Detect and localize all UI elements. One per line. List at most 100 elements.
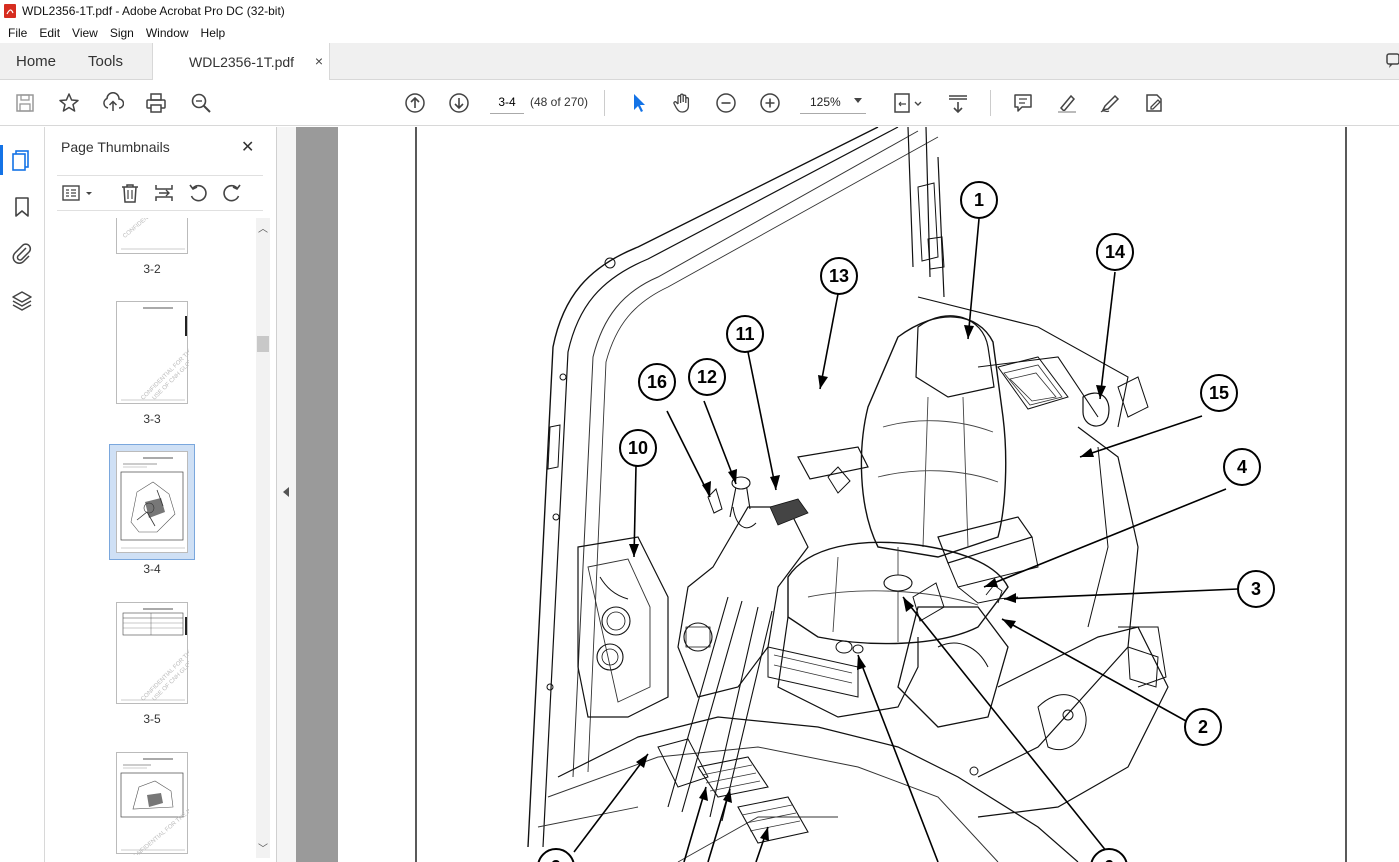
navigation-rail (0, 127, 45, 862)
zoom-search-icon[interactable] (188, 90, 214, 116)
panel-title: Page Thumbnails (61, 139, 170, 155)
svg-text:15: 15 (1209, 383, 1229, 403)
chevron-down-icon (854, 98, 862, 103)
callout-4: 4 (1223, 448, 1261, 486)
callout-16: 16 (638, 363, 676, 401)
zoom-out-icon[interactable] (713, 90, 739, 116)
bookmark-icon[interactable] (10, 195, 34, 219)
attachment-icon[interactable] (10, 241, 34, 265)
layers-icon[interactable] (10, 289, 34, 313)
title-bar: WDL2356-1T.pdf - Adobe Acrobat Pro DC (3… (0, 0, 1399, 22)
svg-text:16: 16 (647, 372, 667, 392)
menu-window[interactable]: Window (140, 26, 195, 40)
svg-text:14: 14 (1105, 242, 1125, 262)
sign-pen-icon[interactable] (1097, 90, 1123, 116)
collapse-arrow-icon (283, 487, 289, 497)
tab-bar: Home Tools WDL2356-1T.pdf × (0, 43, 1399, 81)
menu-bar: File Edit View Sign Window Help (0, 22, 1399, 43)
toolbar-divider (990, 90, 991, 116)
callout-6: 6 (1090, 848, 1128, 862)
arrow-down-circle-icon[interactable] (446, 90, 472, 116)
thumbnail-page-current[interactable] (116, 451, 188, 553)
star-icon[interactable] (56, 90, 82, 116)
close-tab-icon[interactable]: × (315, 53, 323, 69)
active-indicator (0, 145, 3, 175)
zoom-select[interactable]: 125% (800, 90, 866, 114)
zoom-value: 125% (810, 94, 841, 109)
tab-document[interactable]: WDL2356-1T.pdf × (152, 43, 330, 81)
thumbnail-page[interactable]: CONFIDENTIAL FOR THE INTERNALUSE OF CNH … (116, 602, 218, 704)
thumbnail-label: 3-3 (143, 412, 161, 426)
tab-document-label: WDL2356-1T.pdf (189, 54, 295, 70)
menu-file[interactable]: File (2, 26, 33, 40)
callout-9: 9 (537, 848, 575, 862)
page-count: (48 of 270) (530, 95, 589, 109)
svg-text:2: 2 (1198, 717, 1208, 737)
edit-pdf-icon[interactable] (1141, 90, 1167, 116)
page-fit-icon[interactable] (890, 90, 926, 116)
cab-diagram: 1 14 13 11 12 16 10 15 4 3 2 6 9 (415, 127, 1347, 862)
menu-help[interactable]: Help (195, 26, 232, 40)
scrollbar-thumb[interactable] (257, 336, 269, 352)
menu-sign[interactable]: Sign (104, 26, 140, 40)
trash-icon[interactable] (119, 182, 143, 206)
window-title: WDL2356-1T.pdf - Adobe Acrobat Pro DC (3… (22, 4, 285, 18)
arrow-up-circle-icon[interactable] (402, 90, 428, 116)
comment-icon[interactable] (1010, 90, 1036, 116)
print-icon[interactable] (143, 90, 169, 116)
cursor-icon[interactable] (626, 90, 652, 116)
svg-text:13: 13 (829, 266, 849, 286)
svg-text:9: 9 (551, 857, 561, 862)
svg-text:4: 4 (1237, 457, 1247, 477)
document-view[interactable]: 1 14 13 11 12 16 10 15 4 3 2 6 9 (296, 127, 1399, 862)
scroll-up-icon[interactable]: ︿ (258, 220, 268, 235)
comment-panel-icon[interactable] (1385, 52, 1399, 70)
hand-icon[interactable] (669, 90, 695, 116)
scroll-down-icon[interactable]: ﹀ (258, 840, 268, 855)
thumbnail-page[interactable]: CONFIDENTIAL FOR THE INTERNALUSE OF CNH … (116, 301, 218, 404)
svg-text:1: 1 (974, 190, 984, 210)
thumbnail-page[interactable]: CONFIDENTIAL (116, 207, 188, 254)
thumbnail-page[interactable]: CONFIDENTIAL FOR THE INTERNAL (116, 752, 213, 862)
callout-2: 2 (1184, 708, 1222, 746)
menu-edit[interactable]: Edit (33, 26, 66, 40)
options-menu-icon[interactable] (61, 182, 97, 206)
svg-text:11: 11 (735, 324, 754, 344)
svg-text:CONFIDENTIAL: CONFIDENTIAL (122, 218, 160, 240)
callout-1: 1 (960, 181, 998, 219)
zoom-in-icon[interactable] (757, 90, 783, 116)
tab-tools[interactable]: Tools (88, 43, 123, 80)
callout-13: 13 (820, 257, 858, 295)
callout-15: 15 (1200, 374, 1238, 412)
pdf-page: 1 14 13 11 12 16 10 15 4 3 2 6 9 (338, 127, 1399, 862)
page-thumbnails-icon[interactable] (10, 148, 34, 172)
acrobat-icon (4, 4, 16, 18)
callout-12: 12 (688, 358, 726, 396)
thumbnail-label: 3-4 (143, 562, 161, 576)
highlight-icon[interactable] (1054, 90, 1080, 116)
insert-page-icon[interactable] (153, 182, 177, 206)
thumbnail-label: 3-2 (143, 262, 161, 276)
svg-text:12: 12 (697, 367, 717, 387)
panel-toolbar (57, 175, 263, 211)
thumbnail-label: 3-5 (143, 712, 161, 726)
svg-text:10: 10 (628, 438, 648, 458)
callout-14: 14 (1096, 233, 1134, 271)
callout-11: 11 (726, 315, 764, 353)
rotate-left-icon[interactable] (187, 182, 211, 206)
callout-3: 3 (1237, 570, 1275, 608)
scroll-mode-icon[interactable] (945, 90, 971, 116)
toolbar-divider (604, 90, 605, 116)
page-number-input[interactable] (490, 90, 524, 114)
panel-collapse-handle[interactable] (277, 127, 296, 862)
save-icon[interactable] (12, 90, 38, 116)
rotate-right-icon[interactable] (221, 182, 245, 206)
close-panel-icon[interactable]: ✕ (241, 137, 254, 157)
upload-icon[interactable] (100, 90, 126, 116)
thumbnail-scrollbar[interactable]: ︿ ﹀ (256, 218, 270, 858)
svg-text:6: 6 (1104, 857, 1114, 862)
callout-10: 10 (619, 429, 657, 467)
tab-home[interactable]: Home (16, 43, 56, 80)
svg-text:3: 3 (1251, 579, 1261, 599)
menu-view[interactable]: View (66, 26, 104, 40)
